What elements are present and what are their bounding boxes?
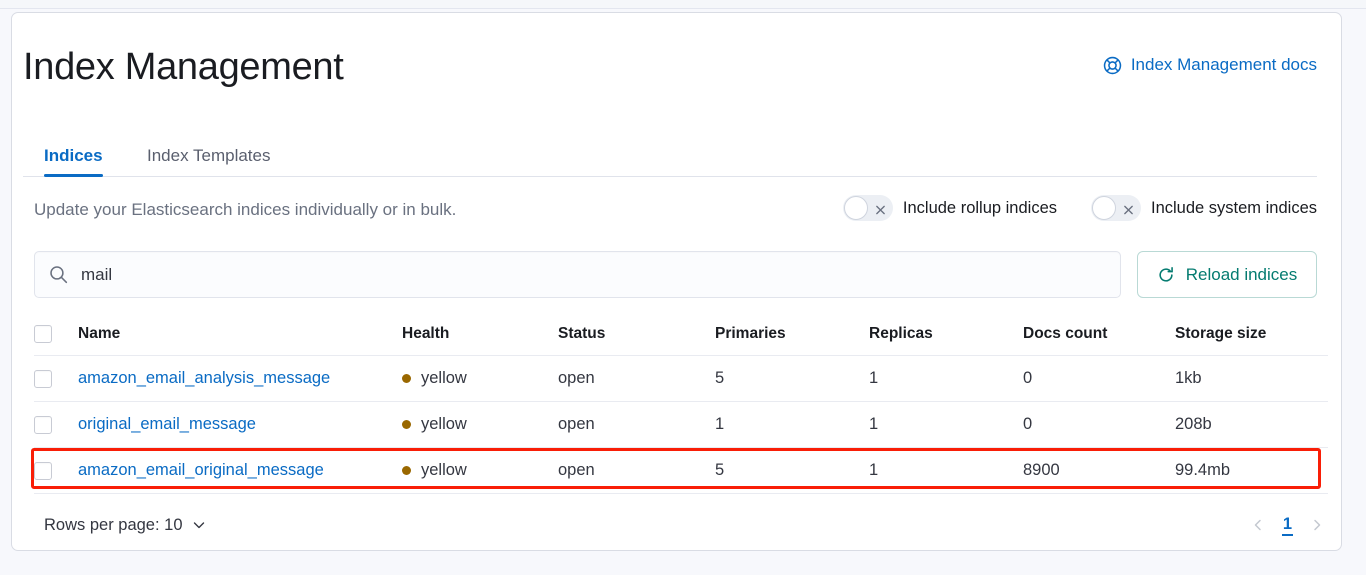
page-title: Index Management — [23, 46, 344, 88]
primaries-cell: 5 — [715, 369, 725, 387]
health-label: yellow — [421, 461, 467, 479]
page-header: Index Management Index Management docs — [23, 43, 1317, 103]
replicas-cell: 1 — [869, 415, 879, 433]
table-row[interactable]: amazon_email_analysis_message yellow ope… — [34, 356, 1328, 402]
column-header-storage-size[interactable]: Storage size — [1175, 325, 1325, 343]
column-header-status[interactable]: Status — [558, 325, 715, 343]
column-header-replicas[interactable]: Replicas — [869, 325, 1023, 343]
replicas-cell: 1 — [869, 461, 879, 479]
cross-icon — [875, 203, 886, 215]
rollup-switch-track[interactable] — [842, 195, 893, 221]
tab-indices[interactable]: Indices — [44, 135, 103, 177]
tab-index-templates-label: Index Templates — [147, 145, 271, 165]
storage-size-cell: 1kb — [1175, 369, 1202, 387]
refresh-icon — [1157, 266, 1175, 284]
status-cell: open — [558, 461, 595, 479]
index-name-link[interactable]: amazon_email_original_message — [78, 461, 402, 480]
health-label: yellow — [421, 415, 467, 433]
cross-icon — [1123, 203, 1134, 215]
system-switch-knob — [1092, 196, 1116, 220]
row-checkbox[interactable] — [34, 461, 52, 480]
switch-group: Include rollup indices Include system in… — [842, 195, 1317, 221]
health-cell: yellow — [402, 415, 558, 434]
include-system-indices-toggle[interactable]: Include system indices — [1091, 195, 1317, 221]
primaries-cell: 5 — [715, 461, 725, 479]
primaries-cell: 1 — [715, 415, 725, 433]
include-rollup-indices-toggle[interactable]: Include rollup indices — [842, 195, 1057, 221]
tab-index-templates[interactable]: Index Templates — [147, 135, 270, 176]
chevron-down-icon — [192, 518, 206, 532]
pagination-prev-button[interactable] — [1247, 514, 1269, 536]
index-name-link[interactable]: amazon_email_analysis_message — [78, 369, 402, 388]
health-status-dot — [402, 374, 411, 383]
system-switch-track[interactable] — [1091, 195, 1141, 221]
search-box[interactable] — [34, 251, 1121, 298]
index-management-docs-link[interactable]: Index Management docs — [1103, 55, 1317, 75]
row-checkbox[interactable] — [34, 415, 52, 434]
table-row[interactable]: original_email_message yellow open 1 1 0… — [34, 402, 1328, 448]
column-header-health[interactable]: Health — [402, 325, 558, 343]
health-status-dot — [402, 466, 411, 475]
include-system-indices-label: Include system indices — [1151, 198, 1317, 217]
storage-size-cell: 208b — [1175, 415, 1212, 433]
table-header-row: Name Health Status Primaries Replicas Do… — [34, 313, 1328, 356]
help-life-ring-icon — [1103, 56, 1122, 75]
docs-count-cell: 0 — [1023, 415, 1033, 433]
table-footer: Rows per page: 10 1 — [34, 505, 1328, 545]
docs-count-cell: 0 — [1023, 369, 1033, 387]
health-label: yellow — [421, 369, 467, 387]
status-cell: open — [558, 415, 595, 433]
search-input[interactable] — [81, 264, 1106, 285]
tab-bar: Indices Index Templates — [23, 135, 1317, 177]
docs-link-label: Index Management docs — [1130, 55, 1317, 74]
pagination-next-button[interactable] — [1306, 514, 1328, 536]
rollup-switch-knob — [843, 196, 868, 220]
subheader-row: Update your Elasticsearch indices indivi… — [23, 195, 1317, 229]
search-icon — [49, 265, 68, 284]
rows-per-page-selector[interactable]: Rows per page: 10 — [34, 516, 206, 535]
docs-count-cell: 8900 — [1023, 461, 1060, 479]
replicas-cell: 1 — [869, 369, 879, 387]
column-header-primaries[interactable]: Primaries — [715, 325, 869, 343]
row-checkbox[interactable] — [34, 369, 52, 388]
reload-indices-button[interactable]: Reload indices — [1137, 251, 1317, 298]
select-all-cell — [34, 325, 78, 343]
reload-indices-label: Reload indices — [1185, 264, 1298, 284]
select-all-checkbox[interactable] — [34, 325, 52, 343]
page-description: Update your Elasticsearch indices indivi… — [34, 200, 457, 219]
pagination: 1 — [1247, 514, 1328, 536]
tab-indices-label: Indices — [44, 145, 103, 165]
health-cell: yellow — [402, 461, 558, 480]
index-management-panel: Index Management Index Management docs I… — [11, 12, 1342, 551]
row-select-cell — [34, 415, 78, 434]
search-row: Reload indices — [23, 251, 1317, 298]
browser-top-strip — [0, 0, 1366, 9]
include-rollup-indices-label: Include rollup indices — [902, 198, 1057, 217]
indices-table: Name Health Status Primaries Replicas Do… — [34, 313, 1328, 494]
health-cell: yellow — [402, 369, 558, 388]
row-select-cell — [34, 369, 78, 388]
column-header-name[interactable]: Name — [78, 325, 402, 343]
pagination-page-1[interactable]: 1 — [1281, 515, 1293, 536]
health-status-dot — [402, 420, 411, 429]
storage-size-cell: 99.4mb — [1175, 461, 1231, 479]
status-cell: open — [558, 369, 595, 387]
row-select-cell — [34, 461, 78, 480]
column-header-docs-count[interactable]: Docs count — [1023, 325, 1175, 343]
rows-per-page-label: Rows per page: 10 — [44, 515, 183, 534]
table-row[interactable]: amazon_email_original_message yellow ope… — [34, 448, 1328, 494]
index-name-link[interactable]: original_email_message — [78, 415, 402, 434]
